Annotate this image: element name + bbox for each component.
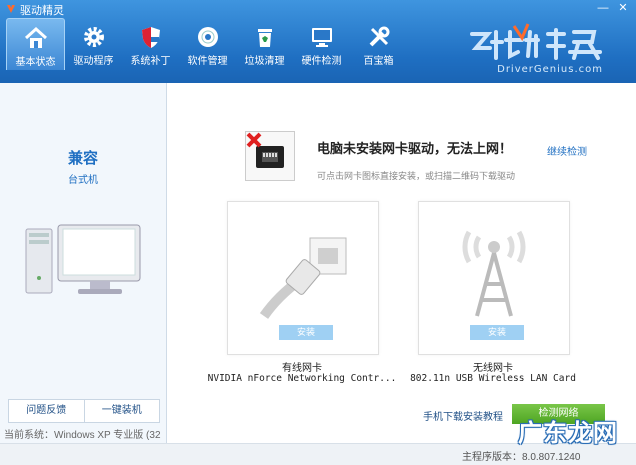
machine-type: 台式机 <box>68 175 98 186</box>
tools-icon <box>369 26 389 47</box>
desktop-pc-icon <box>25 224 141 294</box>
wired-card-model: NVIDIA nForce Networking Contr... <box>207 373 397 384</box>
top-banner: 驱动精灵 — ✕ 基本状态 驱动程序 系统补丁 软件管理 垃圾清理 硬件检测 百… <box>0 0 636 83</box>
wired-card[interactable]: 安装 <box>227 201 379 355</box>
error-title: 电脑未安装网卡驱动，无法上网！ <box>317 141 513 156</box>
nav-label: 基本状态 <box>15 57 56 68</box>
wireless-install-button[interactable]: 安装 <box>470 325 524 340</box>
nav-label: 驱动程序 <box>73 56 114 67</box>
main-panel: 电脑未安装网卡驱动，无法上网！ 继续检测 可点击网卡图标直接安装，或扫描二维码下… <box>167 83 636 443</box>
monitor-icon <box>311 28 332 47</box>
title-bar: 驱动精灵 — ✕ <box>0 0 636 18</box>
wireless-card-name: 无线网卡 <box>473 363 513 374</box>
wireless-card[interactable]: 安装 <box>418 201 570 355</box>
version-label: 主程序版本：8.0.807.1240 <box>462 452 581 463</box>
compat-status: 兼容 <box>67 150 98 167</box>
brand-subtitle: DriverGenius.com <box>497 64 603 75</box>
current-system-label: 当前系统： <box>4 430 54 441</box>
disc-icon <box>197 27 218 47</box>
nav-toolbox[interactable]: 百宝箱 <box>350 18 407 70</box>
minimize-button[interactable]: — <box>594 1 612 16</box>
install-hint: 可点击网卡图标直接安装，或扫描二维码下载驱动 <box>317 171 516 181</box>
nav-label: 垃圾清理 <box>244 56 285 67</box>
wireless-card-model: 802.11n USB Wireless LAN Card <box>410 373 576 384</box>
nav-label: 硬件检测 <box>301 56 342 67</box>
gear-icon <box>83 27 104 47</box>
nav-label: 系统补丁 <box>130 56 171 67</box>
nav-cleanup[interactable]: 垃圾清理 <box>236 18 293 70</box>
network-port-error-icon <box>246 132 284 168</box>
nav-drivers[interactable]: 驱动程序 <box>65 18 122 70</box>
app-title: 驱动精灵 <box>20 5 64 17</box>
nav-label: 软件管理 <box>187 56 228 67</box>
network-error-icon-box <box>245 131 295 181</box>
home-icon <box>24 26 47 48</box>
wired-card-name: 有线网卡 <box>282 363 322 374</box>
wireless-antenna-icon <box>462 230 526 317</box>
nav-hardware[interactable]: 硬件检测 <box>293 18 350 70</box>
close-button[interactable]: ✕ <box>614 1 632 16</box>
feedback-button[interactable]: 问题反馈 <box>9 400 84 422</box>
main-nav: 基本状态 驱动程序 系统补丁 软件管理 垃圾清理 硬件检测 百宝箱 <box>6 18 407 70</box>
trash-icon <box>257 29 272 47</box>
wired-install-button[interactable]: 安装 <box>279 325 333 340</box>
one-click-install-button[interactable]: 一键装机 <box>83 400 160 422</box>
nav-basic-status[interactable]: 基本状态 <box>6 18 65 70</box>
watermark: 广东龙网 <box>518 420 618 447</box>
shield-icon <box>141 27 160 48</box>
phone-tutorial-link[interactable]: 手机下载安装教程 <box>423 408 503 423</box>
app-logo-icon <box>7 5 15 13</box>
recheck-link[interactable]: 继续检测 <box>547 143 587 158</box>
nav-label: 百宝箱 <box>363 56 394 67</box>
nav-patches[interactable]: 系统补丁 <box>122 18 179 70</box>
nav-software[interactable]: 软件管理 <box>179 18 236 70</box>
ethernet-cable-icon <box>259 237 347 319</box>
sidebar: 兼容 台式机 问题反馈 一键装机 当前系统：Windows XP 专业版 (32… <box>0 83 167 456</box>
